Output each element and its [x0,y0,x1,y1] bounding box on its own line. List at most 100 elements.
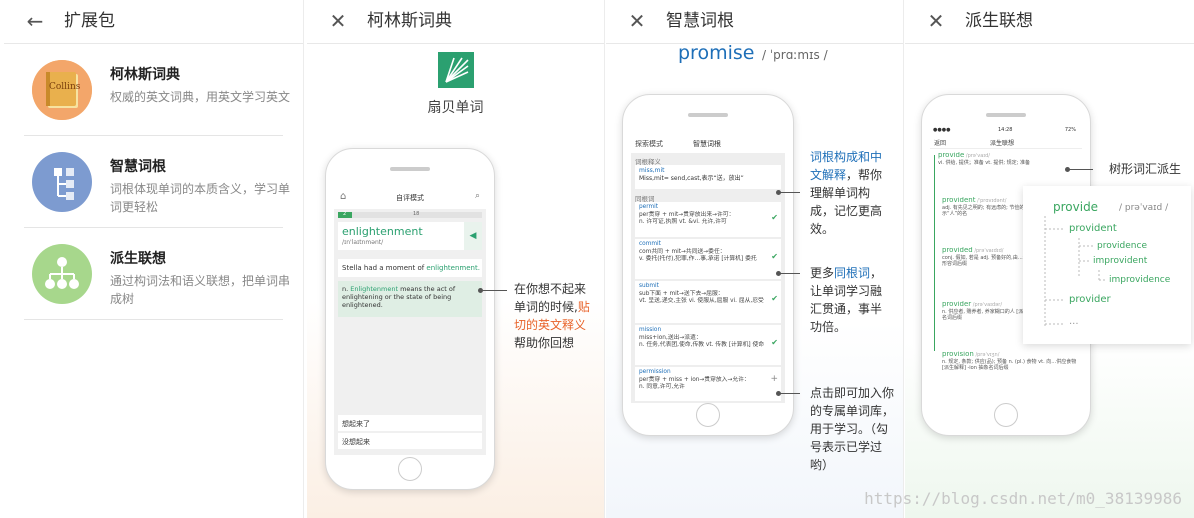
speaker-icon[interactable]: ◀ [464,222,482,250]
shanbay-logo-icon [438,52,474,88]
remembered-button[interactable]: 想起来了 [338,415,482,431]
tree-phon: /prəˈvaɪdɪd/ [974,248,1004,254]
panel-collins: ✕ 柯林斯词典 扇贝单词 ⌂ 自评模式 ⌕ 2 18 enlightenment… [307,0,605,518]
tree-def: vi. 供给, 提供；准备 vt. 提供; 规定; 准备 [938,159,1030,166]
callout-line [778,393,800,394]
word-text: enlightenment [342,225,423,238]
caption-highlight: 同根词 [834,266,871,280]
collins-badge-text: Collins [49,82,81,92]
derived-word: permit [639,204,659,210]
back-link[interactable]: 返回 [934,138,946,147]
back-link[interactable]: 探索模式 [635,139,663,149]
status-time: 14:28 [998,127,1013,133]
check-icon[interactable]: ✔ [771,253,778,261]
tree-phon: /ˈprɑvɪdənt/ [977,198,1007,204]
sentence-highlight: enlightenment. [426,264,480,272]
panel-roots-header: ✕ 智慧词根 [606,0,903,44]
extension-desc: 通过构词法和语义联想，把单词串成树 [110,274,291,306]
tree-node: provider [1069,294,1111,305]
phone-home-button [696,403,720,427]
forgot-button[interactable]: 没想起来 [338,433,482,449]
battery-level: 72% [1064,127,1076,133]
phone-screen: ⌂ 自评模式 ⌕ 2 18 enlightenment /ɪn'laɪtnmən… [334,187,486,455]
root-tree-icon [32,152,92,212]
roots-caption-3: 点击即可加入你的专属单词库，用于学习。（勾号表示已学过哟） [810,386,895,472]
progress-count-a: 2 [343,211,347,217]
screen-mode-title: 智慧词根 [693,140,721,148]
word-phonetic: /ɪn'laɪtnmənt/ [342,239,384,246]
callout-line [778,273,800,274]
derived-line: per贯穿 + mit→贯穿放出来→许可： [639,211,735,218]
derived-line: com共同 + mit→共同送→委任： [639,248,726,255]
derivation-tree-icon [32,244,92,304]
phone-screen: 探索模式 智慧词根 词根释义 miss,mit Miss,mit= send,c… [631,133,785,403]
screen-mode-title: 派生联想 [990,140,1015,147]
extension-item-roots[interactable]: 智慧词根 词根体现单词的本质含义，学习单词更轻松 [24,136,290,228]
derived-line: miss+ion,送出→派遣： [639,334,702,341]
check-icon[interactable]: ✔ [771,339,778,347]
close-icon[interactable]: ✕ [327,10,349,32]
tree-word: provident [942,197,976,204]
close-icon[interactable]: ✕ [626,10,648,32]
close-icon[interactable]: ✕ [925,10,947,32]
page-title: 派生联想 [965,11,1033,31]
tree-node: improvidence [1109,275,1171,285]
panel-extensions: ← 扩展包 Collins 柯林斯词典 权威的英文词典，用英文学习英文 智慧词根… [4,0,304,518]
collins-caption: 在你想不起来单词的时候,贴切的英文释义帮助你回想 [514,280,594,352]
screen-header: 返回 派生联想 [930,135,1082,149]
list-item: permission per贯穿 + miss + ion→贯穿放入→允许： n… [635,367,781,401]
caption-highlight: 解释 [822,168,847,182]
check-icon[interactable]: ✔ [771,214,778,222]
page-title: 柯林斯词典 [367,11,452,31]
definition-card: n. Enlightenment means the act of enligh… [338,281,482,317]
phone-frame: 探索模式 智慧词根 词根释义 miss,mit Miss,mit= send,c… [622,94,794,436]
tree-node: provident [1069,223,1117,234]
list-item: provide /prəˈvaɪd/ vi. 供给, 提供；准备 vt. 提供;… [938,152,1078,190]
tree-root-phon: / prəˈvaɪd / [1119,203,1169,213]
extension-desc: 词根体现单词的本质含义，学习单词更轻松 [110,182,291,214]
tree-word: provided [942,247,973,254]
watermark: https://blog.csdn.net/m0_38139986 [864,489,1182,508]
derived-meaning: n. 任务,代表团,使命,传教 vt. 传教 [计算机] 使命 [639,342,765,348]
callout-dot [776,391,781,396]
phone-home-button [994,403,1018,427]
extension-name: 柯林斯词典 [110,67,180,83]
extension-item-derivation[interactable]: 派生联想 通过构词法和语义联想，把单词串成树 [24,228,290,320]
screen-mode-title: 自评模式 [396,194,424,202]
list-item: permit per贯穿 + mit→贯穿放出来→许可： n. 许可证,执照 v… [635,202,781,237]
screen-header: ⌂ 自评模式 ⌕ [334,187,486,209]
search-icon[interactable]: ⌕ [475,191,480,201]
list-item: commit com共同 + mit→共同送→委任： v. 委托(托付),犯罪,… [635,239,781,279]
tree-phon: /prəˈvaɪd/ [965,153,990,159]
definition-word: Enlightenment [350,285,399,293]
progress-bar: 2 18 [338,211,482,218]
add-icon[interactable]: + [770,375,778,384]
collins-book-icon: Collins [32,60,92,120]
tree-node: improvident [1093,256,1148,266]
back-arrow-icon[interactable]: ← [24,10,46,32]
list-item: mission miss+ion,送出→派遣： n. 任务,代表团,使命,传教 … [635,325,781,365]
tree-phon: /prəˈvɪʒn/ [975,352,1000,358]
headword: promise [678,42,755,64]
phone-frame: ⌂ 自评模式 ⌕ 2 18 enlightenment /ɪn'laɪtnmən… [325,148,495,490]
caption-part-c: 帮助你回想 [514,336,575,350]
check-icon[interactable]: ✔ [771,295,778,303]
roots-caption-1: 词根构成和中文解释，帮你理解单词构成，记忆更高效。 [810,148,892,238]
roots-caption-2: 更多同根词，让单词学习融汇贯通，事半功倍。 [810,264,892,336]
example-sentence: Stella had a moment of enlightenment. [338,259,482,277]
callout-dot [1065,167,1070,172]
callout-dot [776,190,781,195]
tree-phon: /prəˈvaɪdər/ [972,302,1003,308]
brand-name: 扇贝单词 [427,100,484,116]
callout-line [1067,169,1093,170]
app-root: ← 扩展包 Collins 柯林斯词典 权威的英文词典，用英文学习英文 智慧词根… [0,0,1194,518]
extension-item-collins[interactable]: Collins 柯林斯词典 权威的英文词典，用英文学习英文 [24,44,290,136]
status-bar: ●●●● 14:28 72% [930,125,1082,135]
phone-speaker [986,113,1026,117]
page-title: 扩展包 [64,11,115,31]
callout-dot [776,271,781,276]
tree-vertical-line [934,155,935,351]
tree-word: provision [942,351,974,358]
word-card: enlightenment /ɪn'laɪtnmənt/ ◀ [338,222,482,250]
tree-node: ... [1069,316,1079,327]
